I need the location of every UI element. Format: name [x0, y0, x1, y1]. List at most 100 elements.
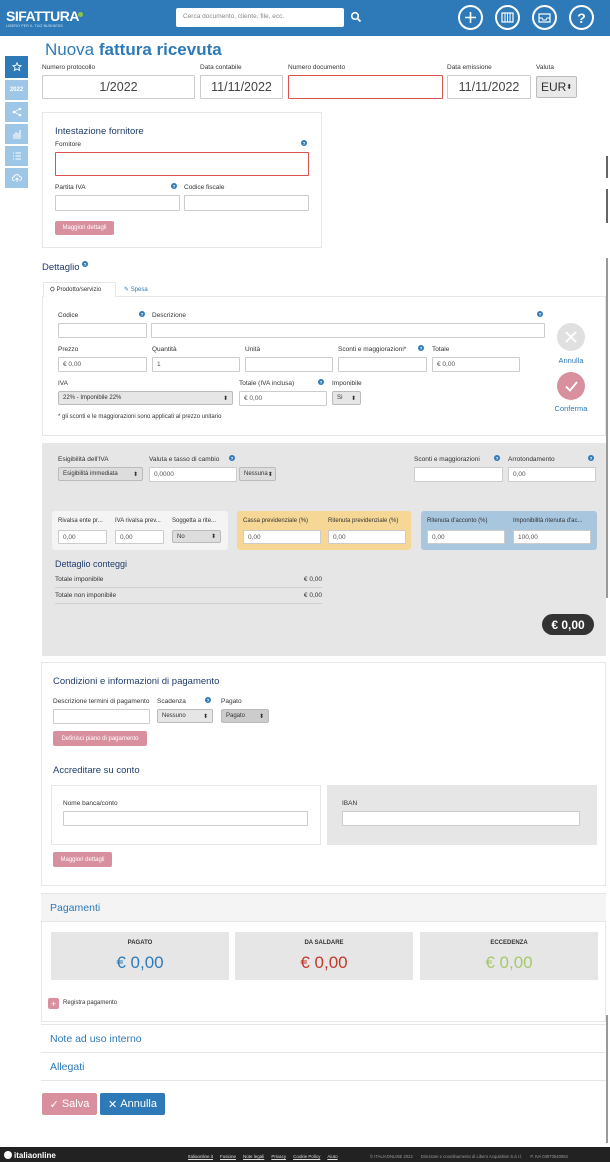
footer-link[interactable]: Fusione	[220, 1154, 236, 1159]
payment-plan-button[interactable]: Definisci piano di pagamento	[53, 731, 147, 746]
rivalsa-input[interactable]: 0,00	[58, 530, 107, 544]
paid-title: PAGATO	[127, 940, 153, 946]
cancel-line-label[interactable]: Annulla	[552, 356, 590, 365]
save-button[interactable]: ✓ Salva	[42, 1093, 97, 1115]
imponibilita-input[interactable]: 100,00	[513, 530, 591, 544]
paid-amount: € 0,00	[116, 953, 164, 972]
register-icon[interactable]	[495, 5, 520, 30]
excess-amount: € 0,00	[485, 953, 533, 972]
cancel-line-button[interactable]	[557, 323, 585, 351]
currency-rate-input[interactable]: 0,0000	[149, 467, 237, 482]
iban-input[interactable]	[342, 811, 580, 826]
chart-icon[interactable]	[5, 124, 28, 144]
cancel-button[interactable]: ✕ Annulla	[100, 1093, 165, 1115]
payments-header[interactable]: Pagamenti	[41, 893, 606, 921]
page-title: Nuova fattura ricevuta	[45, 40, 222, 59]
code-info-icon[interactable]: ?	[139, 311, 145, 317]
code-input[interactable]	[58, 323, 147, 338]
accounting-date-input[interactable]: 11/11/2022	[200, 75, 283, 99]
currency-rate-info-icon[interactable]: ?	[229, 455, 235, 461]
share-icon[interactable]	[5, 102, 28, 122]
total-label: Totale	[432, 346, 450, 353]
rit-prev-input[interactable]: 0,00	[328, 530, 406, 544]
rit-acconto-input[interactable]: 0,00	[427, 530, 505, 544]
unit-input[interactable]	[245, 357, 333, 372]
rounding-info-icon[interactable]: ?	[588, 455, 594, 461]
soggetta-select[interactable]: No ⬍	[172, 530, 221, 543]
supplier-info-icon[interactable]: ?	[301, 140, 307, 146]
list-icon[interactable]	[5, 146, 28, 166]
global-discounts-info-icon[interactable]: ?	[494, 455, 500, 461]
footer-link[interactable]: Aiuto	[327, 1154, 337, 1159]
paid-select[interactable]: Pagato ⬍	[221, 709, 269, 723]
currency-select[interactable]: EUR ⬍	[536, 76, 577, 98]
footer-link[interactable]: Cookie Policy	[293, 1154, 320, 1159]
year-selector[interactable]: 2022	[5, 80, 28, 100]
taxable-label: Imponibile	[332, 380, 362, 387]
bank-input[interactable]	[63, 811, 308, 826]
discount-info-icon[interactable]: ?	[418, 345, 424, 351]
vat-number-input[interactable]	[55, 195, 180, 211]
to-pay-amount: € 0,00	[300, 953, 348, 972]
vat-select[interactable]: 22% - Imponibile 22% ⬍	[58, 391, 233, 405]
deadline-info-icon[interactable]: ?	[205, 697, 211, 703]
inbox-icon[interactable]	[532, 5, 557, 30]
total-input[interactable]: € 0,00	[432, 357, 520, 372]
total-vat-info-icon[interactable]: ?	[318, 379, 324, 385]
rounding-input[interactable]: 0,00	[508, 467, 596, 482]
quantity-input[interactable]: 1	[152, 357, 240, 372]
cassa-input[interactable]: 0,00	[243, 530, 321, 544]
iva-rivalsa-input[interactable]: 0,00	[115, 530, 164, 544]
scroll-marker	[606, 258, 608, 598]
brand-mark	[4, 1151, 12, 1159]
footer-vat: P. IVA 03970540963	[530, 1154, 568, 1159]
attachments-section[interactable]: Allegati	[41, 1052, 606, 1080]
footer-link[interactable]: Note legali	[243, 1154, 264, 1159]
tax-code-input[interactable]	[184, 195, 309, 211]
account-title: Accreditare su conto	[53, 765, 140, 776]
issue-date-input[interactable]: 11/11/2022	[447, 75, 531, 99]
description-input[interactable]	[151, 323, 545, 338]
scroll-marker	[606, 156, 608, 178]
confirm-line-button[interactable]	[557, 372, 585, 400]
tab-product[interactable]: ⛭ Prodotto/servizio	[43, 282, 116, 297]
upload-icon[interactable]	[5, 168, 28, 188]
to-pay-box: DA SALDARE € 0,00	[235, 932, 413, 980]
footer-brand[interactable]: italiaonline	[14, 1151, 56, 1160]
vat-eligibility-select[interactable]: Esigibilità immediata ⬍	[58, 467, 143, 481]
favorites-icon[interactable]	[5, 56, 28, 78]
help-icon[interactable]: ?	[569, 5, 594, 30]
supplier-more-button[interactable]: Maggiori dettagli	[55, 221, 114, 235]
tab-expense[interactable]: ✎ Spesa	[124, 286, 148, 293]
currency-label: Valuta	[536, 64, 554, 71]
total-vat-input[interactable]: € 0,00	[239, 391, 327, 406]
confirm-line-label[interactable]: Conferma	[550, 404, 592, 413]
register-payment-link[interactable]: Registra pagamento	[63, 1000, 117, 1006]
plus-icon[interactable]: +	[48, 998, 59, 1009]
vat-info-icon[interactable]: ?	[171, 183, 177, 189]
global-discounts-input[interactable]	[414, 467, 503, 482]
deadline-select[interactable]: Nessuno ⬍	[157, 709, 213, 723]
add-icon[interactable]	[458, 5, 483, 30]
detail-info-icon[interactable]: ?	[82, 261, 88, 267]
currency-rate-select[interactable]: Nessuna ⬍	[239, 467, 276, 481]
protocol-input[interactable]: 1/2022	[42, 75, 195, 99]
doc-number-input[interactable]	[288, 75, 443, 99]
payment-title: Condizioni e informazioni di pagamento	[53, 676, 220, 687]
footer-link[interactable]: Italiaonline.it	[188, 1154, 213, 1159]
discount-input[interactable]	[338, 357, 427, 372]
supplier-input[interactable]	[55, 152, 309, 176]
protocol-label: Numero protocollo	[42, 64, 96, 71]
footer-link[interactable]: Privacy	[271, 1154, 286, 1159]
price-input[interactable]: € 0,00	[58, 357, 147, 372]
description-info-icon[interactable]: ?	[537, 311, 543, 317]
search-icon[interactable]	[350, 11, 362, 23]
notes-section[interactable]: Note ad uso interno	[41, 1024, 606, 1052]
close-icon: ✕	[108, 1098, 118, 1111]
payment-more-button[interactable]: Maggiori dettagli	[53, 852, 112, 867]
taxable-select[interactable]: Sì ⬍	[332, 391, 361, 405]
app-logo[interactable]: SIFATTURA	[6, 8, 80, 24]
deadline-label: Scadenza	[157, 698, 186, 705]
search-input[interactable]: Cerca documento, cliente, file, ecc.	[176, 8, 344, 27]
payment-terms-input[interactable]	[53, 709, 150, 724]
